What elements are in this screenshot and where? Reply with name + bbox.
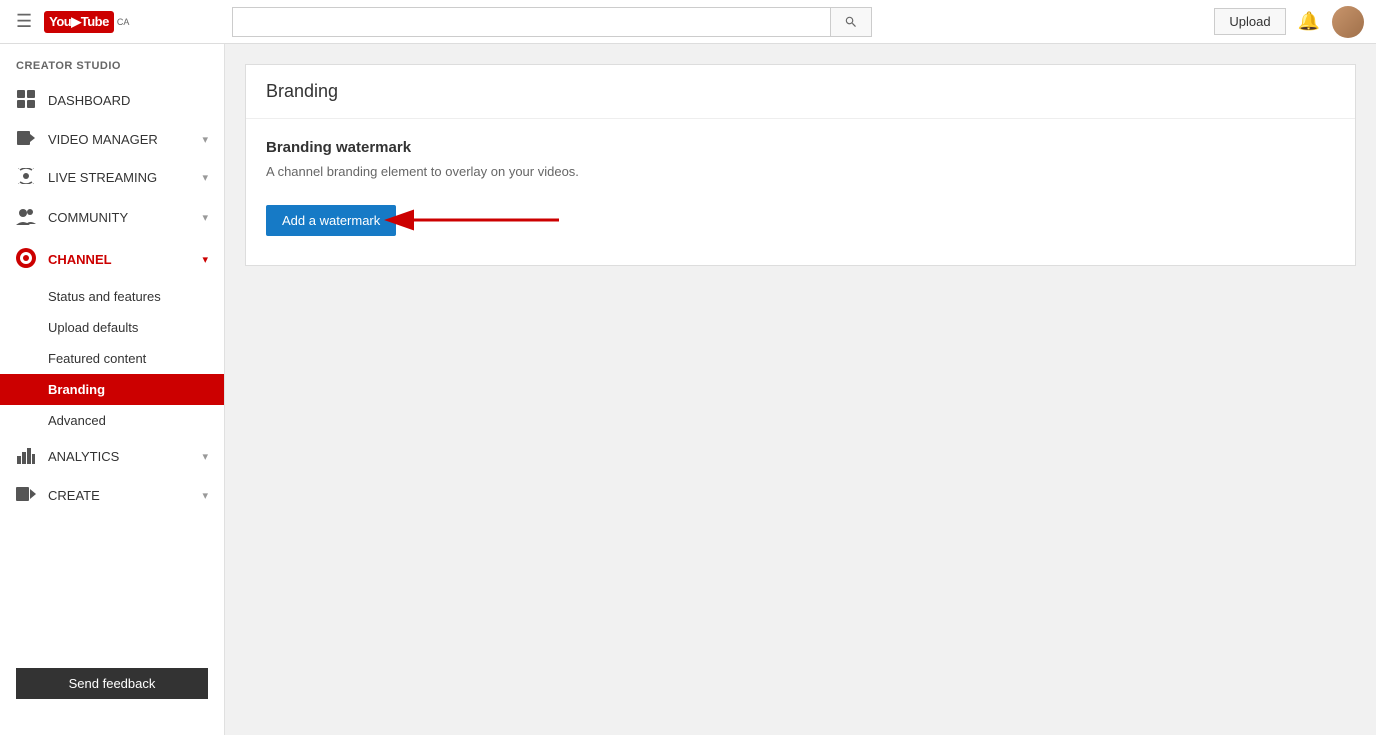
- upload-button[interactable]: Upload: [1214, 8, 1285, 35]
- video-manager-arrow: ▾: [202, 133, 208, 146]
- youtube-icon: You▶Tube: [44, 11, 114, 33]
- community-arrow: ▾: [202, 211, 208, 224]
- sidebar-subitem-upload-defaults[interactable]: Upload defaults: [0, 312, 224, 343]
- sidebar-item-dashboard[interactable]: DASHBOARD: [0, 80, 224, 121]
- live-streaming-icon: [16, 168, 36, 187]
- layout: CREATOR STUDIO DASHBOARD VIDEO: [0, 44, 1376, 735]
- youtube-ca: CA: [117, 17, 130, 27]
- sidebar-subitem-advanced[interactable]: Advanced: [0, 405, 224, 436]
- sidebar-subitem-featured-content[interactable]: Featured content: [0, 343, 224, 374]
- analytics-icon: [16, 446, 36, 467]
- watermark-action-row: Add a watermark: [266, 195, 1335, 245]
- avatar-image: [1332, 6, 1364, 38]
- sidebar-subitem-branding[interactable]: Branding: [0, 374, 224, 405]
- search-icon: [844, 15, 858, 29]
- sidebar: CREATOR STUDIO DASHBOARD VIDEO: [0, 44, 225, 735]
- page-section: Branding watermark A channel branding el…: [246, 119, 1355, 265]
- avatar[interactable]: [1332, 6, 1364, 38]
- live-streaming-label: LIVE STREAMING: [48, 170, 190, 185]
- sidebar-item-live-streaming[interactable]: LIVE STREAMING ▾: [0, 158, 224, 197]
- search-input[interactable]: [232, 7, 830, 37]
- creator-studio-label: CREATOR STUDIO: [0, 44, 224, 80]
- analytics-label: ANALYTICS: [48, 449, 190, 464]
- live-streaming-arrow: ▾: [202, 171, 208, 184]
- send-feedback-button[interactable]: Send feedback: [16, 668, 208, 699]
- create-label: CREATE: [48, 488, 190, 503]
- main-content: Branding Branding watermark A channel br…: [225, 44, 1376, 735]
- create-arrow: ▾: [202, 489, 208, 502]
- arrow-annotation: [404, 195, 564, 245]
- sidebar-subitem-status-features[interactable]: Status and features: [0, 281, 224, 312]
- page-title-bar: Branding: [246, 65, 1355, 119]
- watermark-section-desc: A channel branding element to overlay on…: [266, 164, 1335, 179]
- sidebar-item-analytics[interactable]: ANALYTICS ▾: [0, 436, 224, 477]
- hamburger-icon[interactable]: ☰: [12, 7, 36, 36]
- video-manager-label: VIDEO MANAGER: [48, 132, 190, 147]
- page-card: Branding Branding watermark A channel br…: [245, 64, 1356, 266]
- watermark-section-title: Branding watermark: [266, 139, 1335, 156]
- sidebar-item-video-manager[interactable]: VIDEO MANAGER ▾: [0, 121, 224, 158]
- header-right: Upload 🔔: [1214, 6, 1364, 38]
- youtube-logo[interactable]: You▶Tube CA: [44, 11, 129, 33]
- search-button[interactable]: [830, 7, 872, 37]
- search-container: [232, 7, 872, 37]
- header-left: ☰ You▶Tube CA: [12, 7, 232, 36]
- channel-icon: [16, 248, 36, 271]
- channel-arrow: ▾: [202, 253, 208, 266]
- dashboard-icon: [16, 90, 36, 111]
- analytics-arrow: ▾: [202, 450, 208, 463]
- sidebar-item-create[interactable]: CREATE ▾: [0, 477, 224, 514]
- sidebar-item-channel[interactable]: CHANNEL ▾: [0, 238, 224, 281]
- community-label: COMMUNITY: [48, 210, 190, 225]
- sidebar-item-community[interactable]: COMMUNITY ▾: [0, 197, 224, 238]
- channel-label: CHANNEL: [48, 252, 190, 267]
- create-icon: [16, 487, 36, 504]
- bell-icon[interactable]: 🔔: [1298, 11, 1320, 32]
- add-watermark-button[interactable]: Add a watermark: [266, 205, 396, 236]
- dashboard-label: DASHBOARD: [48, 93, 208, 108]
- community-icon: [16, 207, 36, 228]
- header: ☰ You▶Tube CA Upload 🔔: [0, 0, 1376, 44]
- video-manager-icon: [16, 131, 36, 148]
- page-title: Branding: [266, 81, 1335, 102]
